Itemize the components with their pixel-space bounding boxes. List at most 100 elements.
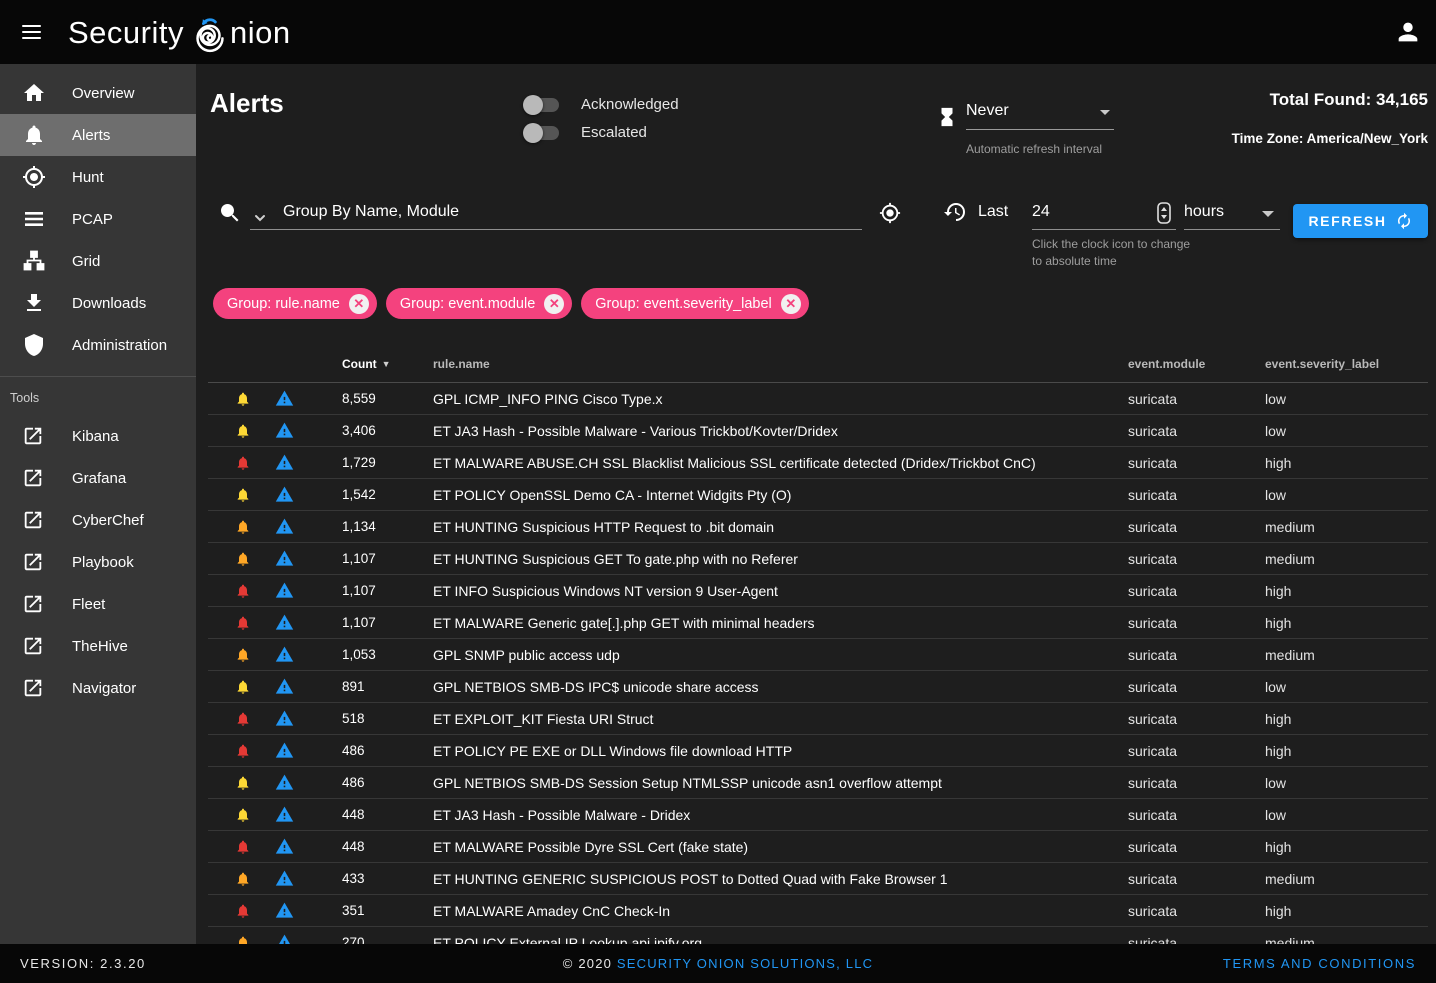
sidebar-item-administration[interactable]: Administration bbox=[0, 324, 196, 366]
row-rule-name[interactable]: ET MALWARE ABUSE.CH SSL Blacklist Malici… bbox=[433, 455, 1128, 471]
acknowledged-toggle[interactable] bbox=[525, 98, 559, 112]
sidebar-item-cyberchef[interactable]: CyberChef bbox=[0, 499, 196, 541]
group-chip-event-module[interactable]: Group: event.module ✕ bbox=[386, 288, 572, 319]
sidebar-item-navigator[interactable]: Navigator bbox=[0, 667, 196, 709]
terms-link[interactable]: TERMS AND CONDITIONS bbox=[1223, 956, 1416, 971]
row-event-module[interactable]: suricata bbox=[1128, 583, 1265, 599]
row-rule-name[interactable]: ET HUNTING Suspicious GET To gate.php wi… bbox=[433, 551, 1128, 567]
user-account-icon[interactable] bbox=[1394, 18, 1422, 46]
row-event-module[interactable]: suricata bbox=[1128, 807, 1265, 823]
sidebar-item-fleet[interactable]: Fleet bbox=[0, 583, 196, 625]
sidebar-item-grid[interactable]: Grid bbox=[0, 240, 196, 282]
group-chip-event-severity-label[interactable]: Group: event.severity_label ✕ bbox=[581, 288, 809, 319]
severity-bell-icon[interactable] bbox=[235, 679, 251, 695]
row-severity-label[interactable]: low bbox=[1265, 775, 1428, 791]
severity-bell-icon[interactable] bbox=[235, 455, 251, 471]
row-count[interactable]: 486 bbox=[342, 775, 433, 790]
refresh-button[interactable]: REFRESH bbox=[1293, 204, 1428, 238]
copyright-link[interactable]: SECURITY ONION SOLUTIONS, LLC bbox=[617, 956, 873, 971]
row-event-module[interactable]: suricata bbox=[1128, 423, 1265, 439]
sidebar-item-pcap[interactable]: PCAP bbox=[0, 198, 196, 240]
search-input[interactable]: Group By Name, Module bbox=[283, 203, 459, 221]
clock-icon[interactable] bbox=[1157, 202, 1171, 224]
row-event-module[interactable]: suricata bbox=[1128, 615, 1265, 631]
row-rule-name[interactable]: ET HUNTING Suspicious HTTP Request to .b… bbox=[433, 519, 1128, 535]
row-severity-label[interactable]: medium bbox=[1265, 519, 1428, 535]
severity-bell-icon[interactable] bbox=[235, 519, 251, 535]
refresh-interval-select[interactable]: Never bbox=[966, 102, 1114, 130]
row-event-module[interactable]: suricata bbox=[1128, 647, 1265, 663]
alert-info-icon[interactable] bbox=[275, 741, 294, 760]
severity-bell-icon[interactable] bbox=[235, 583, 251, 599]
alert-info-icon[interactable] bbox=[275, 485, 294, 504]
row-severity-label[interactable]: high bbox=[1265, 455, 1428, 471]
severity-bell-icon[interactable] bbox=[235, 775, 251, 791]
row-count[interactable]: 518 bbox=[342, 711, 433, 726]
row-count[interactable]: 433 bbox=[342, 871, 433, 886]
close-icon[interactable]: ✕ bbox=[781, 294, 801, 314]
sidebar-item-downloads[interactable]: Downloads bbox=[0, 282, 196, 324]
row-rule-name[interactable]: GPL SNMP public access udp bbox=[433, 647, 1128, 663]
row-rule-name[interactable]: ET MALWARE Generic gate[.].php GET with … bbox=[433, 615, 1128, 631]
row-severity-label[interactable]: low bbox=[1265, 487, 1428, 503]
row-severity-label[interactable]: high bbox=[1265, 711, 1428, 727]
search-history-chevron-icon[interactable] bbox=[252, 210, 268, 226]
column-header-event-severity-label[interactable]: event.severity_label bbox=[1265, 357, 1428, 371]
sidebar-item-kibana[interactable]: Kibana bbox=[0, 415, 196, 457]
history-icon[interactable] bbox=[943, 200, 967, 224]
row-rule-name[interactable]: ET HUNTING GENERIC SUSPICIOUS POST to Do… bbox=[433, 871, 1128, 887]
row-count[interactable]: 8,559 bbox=[342, 391, 433, 406]
row-rule-name[interactable]: ET MALWARE Amadey CnC Check-In bbox=[433, 903, 1128, 919]
severity-bell-icon[interactable] bbox=[235, 487, 251, 503]
severity-bell-icon[interactable] bbox=[235, 743, 251, 759]
severity-bell-icon[interactable] bbox=[235, 935, 251, 945]
row-count[interactable]: 891 bbox=[342, 679, 433, 694]
row-severity-label[interactable]: low bbox=[1265, 391, 1428, 407]
alert-info-icon[interactable] bbox=[275, 901, 294, 920]
row-severity-label[interactable]: medium bbox=[1265, 935, 1428, 945]
row-severity-label[interactable]: low bbox=[1265, 679, 1428, 695]
row-event-module[interactable]: suricata bbox=[1128, 903, 1265, 919]
row-count[interactable]: 1,542 bbox=[342, 487, 433, 502]
alert-info-icon[interactable] bbox=[275, 613, 294, 632]
severity-bell-icon[interactable] bbox=[235, 647, 251, 663]
alert-info-icon[interactable] bbox=[275, 389, 294, 408]
row-count[interactable]: 486 bbox=[342, 743, 433, 758]
row-count[interactable]: 1,729 bbox=[342, 455, 433, 470]
severity-bell-icon[interactable] bbox=[235, 711, 251, 727]
time-unit-select[interactable]: hours bbox=[1184, 203, 1224, 221]
severity-bell-icon[interactable] bbox=[235, 871, 251, 887]
alert-info-icon[interactable] bbox=[275, 837, 294, 856]
row-severity-label[interactable]: medium bbox=[1265, 647, 1428, 663]
severity-bell-icon[interactable] bbox=[235, 615, 251, 631]
alert-info-icon[interactable] bbox=[275, 421, 294, 440]
close-icon[interactable]: ✕ bbox=[349, 294, 369, 314]
row-severity-label[interactable]: low bbox=[1265, 807, 1428, 823]
row-rule-name[interactable]: ET EXPLOIT_KIT Fiesta URI Struct bbox=[433, 711, 1128, 727]
row-count[interactable]: 1,107 bbox=[342, 615, 433, 630]
row-severity-label[interactable]: high bbox=[1265, 839, 1428, 855]
alert-info-icon[interactable] bbox=[275, 453, 294, 472]
column-header-count[interactable]: Count ▼ bbox=[342, 357, 433, 371]
duration-input[interactable]: 24 bbox=[1032, 203, 1050, 221]
row-rule-name[interactable]: ET INFO Suspicious Windows NT version 9 … bbox=[433, 583, 1128, 599]
row-severity-label[interactable]: medium bbox=[1265, 551, 1428, 567]
sidebar-item-hunt[interactable]: Hunt bbox=[0, 156, 196, 198]
alert-info-icon[interactable] bbox=[275, 517, 294, 536]
row-rule-name[interactable]: ET POLICY OpenSSL Demo CA - Internet Wid… bbox=[433, 487, 1128, 503]
sidebar-item-thehive[interactable]: TheHive bbox=[0, 625, 196, 667]
row-event-module[interactable]: suricata bbox=[1128, 487, 1265, 503]
row-event-module[interactable]: suricata bbox=[1128, 551, 1265, 567]
alert-info-icon[interactable] bbox=[275, 645, 294, 664]
row-rule-name[interactable]: GPL ICMP_INFO PING Cisco Type.x bbox=[433, 391, 1128, 407]
row-event-module[interactable]: suricata bbox=[1128, 871, 1265, 887]
row-severity-label[interactable]: high bbox=[1265, 743, 1428, 759]
row-severity-label[interactable]: high bbox=[1265, 583, 1428, 599]
row-event-module[interactable]: suricata bbox=[1128, 455, 1265, 471]
query-target-icon[interactable] bbox=[879, 202, 901, 224]
row-severity-label[interactable]: low bbox=[1265, 423, 1428, 439]
row-severity-label[interactable]: high bbox=[1265, 615, 1428, 631]
sidebar-item-grafana[interactable]: Grafana bbox=[0, 457, 196, 499]
row-event-module[interactable]: suricata bbox=[1128, 391, 1265, 407]
sidebar-item-alerts[interactable]: Alerts bbox=[0, 114, 196, 156]
